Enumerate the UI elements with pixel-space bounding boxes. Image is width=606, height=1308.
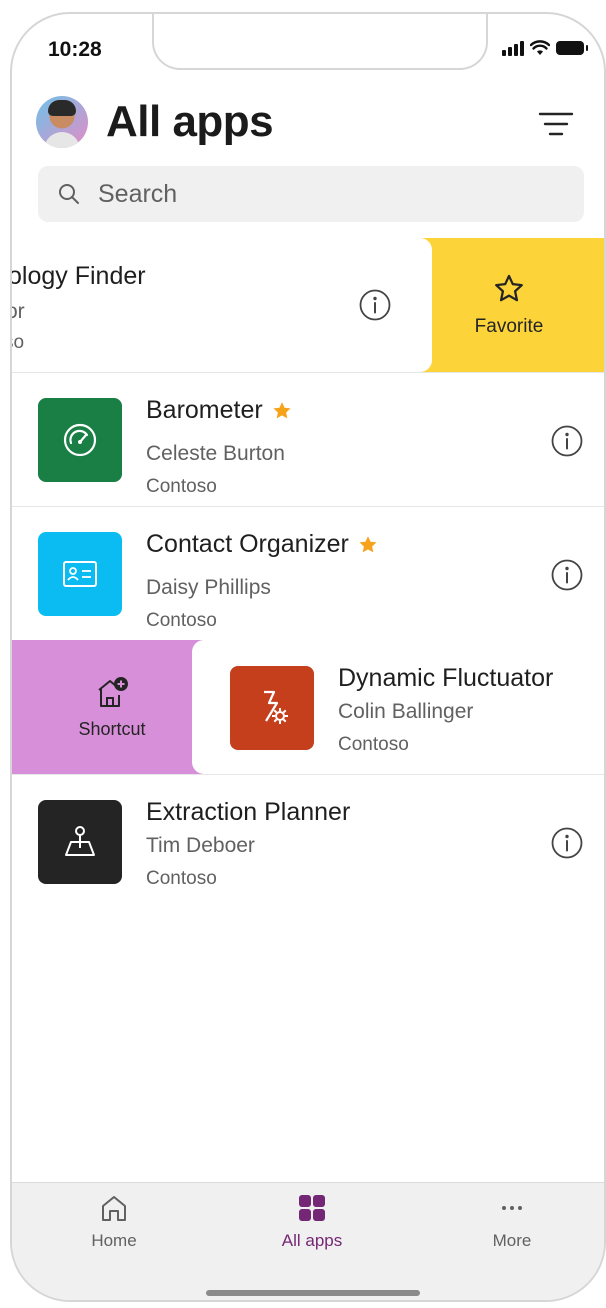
signal-icon <box>502 40 524 56</box>
app-name: Barometer <box>146 396 293 425</box>
app-environment: Contoso <box>146 610 217 631</box>
home-icon <box>102 1196 126 1221</box>
favorite-star-icon <box>273 401 291 418</box>
app-owner: Daisy Phillips <box>146 576 271 599</box>
app-environment: Contoso <box>146 868 217 889</box>
tab-more[interactable]: More <box>432 1193 592 1251</box>
list-item-extraction-planner[interactable]: Extraction Planner Tim Deboer Contoso <box>12 774 604 908</box>
filter-icon[interactable] <box>538 110 574 138</box>
app-owner: Celeste Burton <box>146 442 285 465</box>
tab-home[interactable]: Home <box>34 1193 194 1251</box>
page-title: All apps <box>106 97 274 146</box>
app-environment: Contoso <box>146 476 217 497</box>
home-indicator <box>206 1290 420 1296</box>
list-item-contact-organizer[interactable]: Contact Organizer Daisy Phillips Contoso <box>12 506 604 640</box>
app-name: ology Finder <box>12 262 146 290</box>
shortcut-action-button[interactable]: Shortcut <box>12 640 212 774</box>
favorite-star-icon <box>359 535 377 552</box>
app-environment: Contoso <box>338 734 409 755</box>
tab-label: More <box>492 1231 532 1250</box>
wifi-icon <box>530 40 550 55</box>
tab-bar: Home All apps More <box>12 1182 604 1300</box>
app-owner: or <box>12 300 25 323</box>
shortcut-action-label: Shortcut <box>78 718 146 739</box>
app-name: Extraction Planner <box>146 798 351 826</box>
contact-card-icon <box>38 532 122 616</box>
grid-icon <box>299 1195 325 1221</box>
star-outline-icon <box>495 274 523 302</box>
info-icon[interactable] <box>550 558 584 592</box>
flash-settings-icon <box>230 666 314 750</box>
map-pin-icon <box>38 800 122 884</box>
app-name: Dynamic Fluctuator <box>338 664 554 692</box>
app-owner: Tim Deboer <box>146 834 255 857</box>
list-item-barometer[interactable]: Barometer Celeste Burton Contoso <box>12 372 604 506</box>
phone-frame: 10:28 All apps Search Favorite ology Fin… <box>10 12 606 1302</box>
favorite-action-button[interactable]: Favorite <box>414 238 604 372</box>
home-add-icon <box>98 676 128 707</box>
swiped-app-card[interactable]: Dynamic Fluctuator Colin Ballinger Conto… <box>192 640 604 774</box>
search-icon <box>59 184 79 204</box>
app-environment: so <box>12 332 25 353</box>
search-input[interactable]: Search <box>38 166 584 222</box>
swiped-app-card[interactable]: ology Finder or so <box>12 238 432 372</box>
favorite-action-label: Favorite <box>474 316 544 337</box>
app-name: Contact Organizer <box>146 530 379 559</box>
avatar[interactable] <box>36 96 88 148</box>
page-header: All apps <box>36 96 274 148</box>
tab-all-apps[interactable]: All apps <box>232 1193 392 1251</box>
battery-icon <box>556 41 588 55</box>
list-item-dynamic-fluctuator[interactable]: Shortcut Dynamic Fluctuator Colin Ballin… <box>12 640 604 774</box>
tab-label: All apps <box>281 1231 343 1250</box>
tab-label: Home <box>91 1231 137 1250</box>
info-icon[interactable] <box>550 424 584 458</box>
search-placeholder: Search <box>98 179 178 208</box>
app-owner: Colin Ballinger <box>338 700 474 723</box>
info-icon[interactable] <box>550 826 584 860</box>
more-icon <box>502 1206 522 1210</box>
gauge-icon <box>38 398 122 482</box>
status-icons <box>502 40 588 56</box>
status-time: 10:28 <box>48 38 102 61</box>
list-item-technology-finder[interactable]: Favorite ology Finder or so <box>12 238 604 372</box>
device-notch <box>152 14 488 70</box>
info-icon[interactable] <box>358 288 392 322</box>
